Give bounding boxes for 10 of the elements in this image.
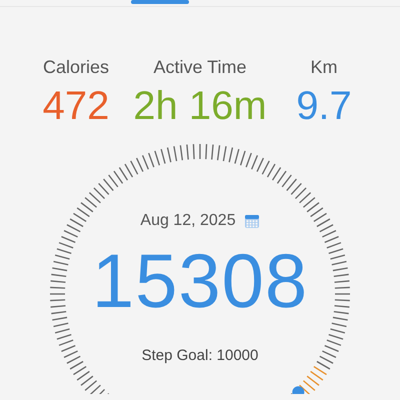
stat-label: Km	[310, 57, 338, 78]
date-text: Aug 12, 2025	[140, 212, 236, 230]
stat-value: 472	[42, 84, 110, 129]
stat-value: 2h 16m	[133, 84, 267, 129]
step-goal: Step Goal: 10000	[142, 347, 258, 364]
stat-value: 9.7	[296, 84, 352, 129]
calendar-icon[interactable]	[244, 213, 260, 229]
step-count: 15308	[92, 238, 308, 325]
stat-label: Active Time	[153, 57, 247, 78]
stat-label: Calories	[42, 57, 110, 78]
